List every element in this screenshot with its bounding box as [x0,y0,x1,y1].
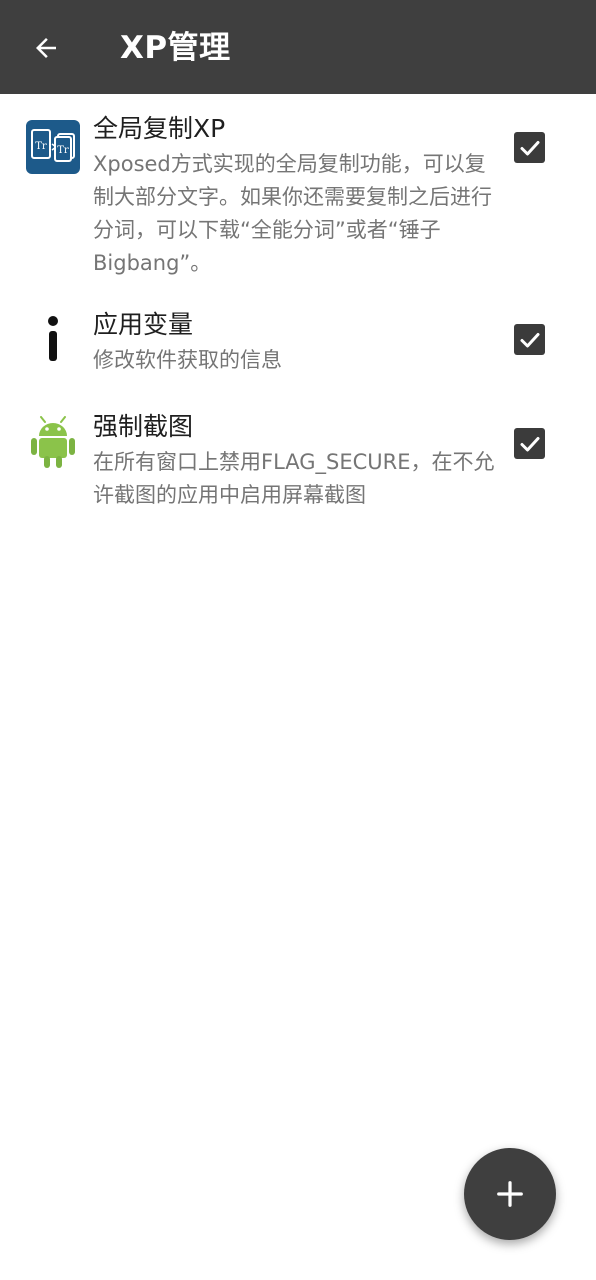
list-item-force-screenshot[interactable]: 强制截图 在所有窗口上禁用FLAG_SECURE，在不允许截图的应用中启用屏幕截… [0,404,596,524]
item-description: 修改软件获取的信息 [93,348,282,372]
add-module-button[interactable] [464,1148,556,1240]
enable-checkbox[interactable] [514,428,545,459]
page-title: XP管理 [120,30,231,66]
list-item-app-variables[interactable]: 应用变量 修改软件获取的信息 [0,294,596,394]
item-title: 强制截图 [93,412,194,441]
checkmark-icon [520,140,539,155]
item-title: 应用变量 [93,310,194,339]
svg-text:Tr: Tr [35,141,47,152]
enable-checkbox[interactable] [514,132,545,163]
list-item-global-copy[interactable]: Tr Tr 全局复制XP Xposed方式实现的全局复制功能，可以复制大部分文字… [0,94,596,284]
checkmark-icon [520,332,539,347]
app-bar: XP管理 [0,0,596,94]
text-copy-icon: Tr Tr [26,120,80,174]
item-title: 全局复制XP [93,114,226,143]
item-description: Xposed方式实现的全局复制功能，可以复制大部分文字。如果你还需要复制之后进行… [93,152,492,275]
arrow-left-icon [36,38,56,58]
svg-text:Tr: Tr [57,145,69,156]
item-description: 在所有窗口上禁用FLAG_SECURE，在不允许截图的应用中启用屏幕截图 [93,450,495,507]
checkmark-icon [520,436,539,451]
plus-icon [497,1181,523,1207]
xp-manager-screen: XP管理 Tr Tr 全局复制XP Xposed方式实现的全局复制功能，可以复制… [0,0,596,1280]
android-icon [26,416,80,470]
info-icon [26,312,80,366]
back-button[interactable] [18,22,74,74]
enable-checkbox[interactable] [514,324,545,355]
